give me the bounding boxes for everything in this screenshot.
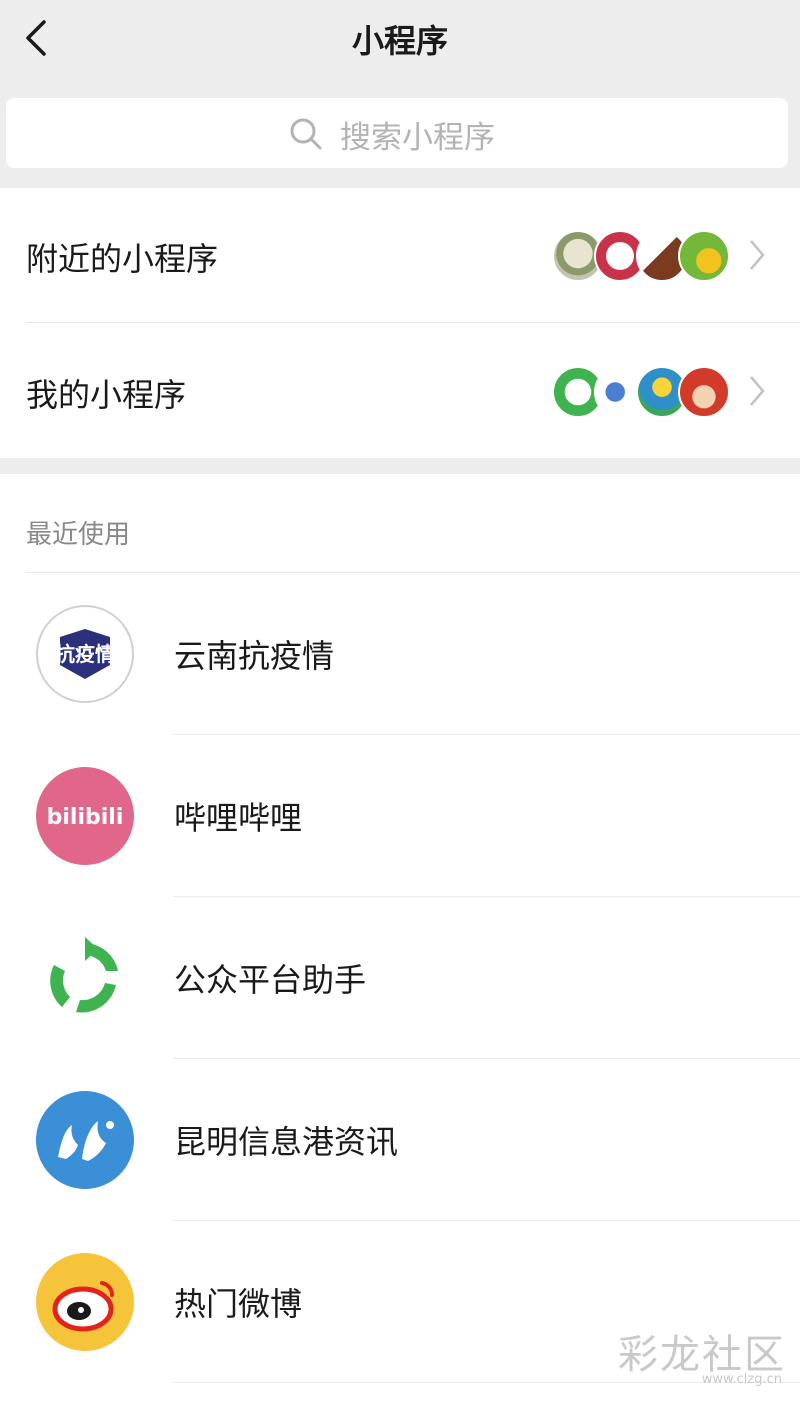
section-gap: [0, 458, 800, 474]
yunnan-logo-text: 抗疫情: [55, 642, 115, 666]
bilibili-logo-icon: bilibili: [36, 767, 134, 865]
mp-assistant-logo-icon: [36, 929, 134, 1027]
nearby-avatar-fruit-icon: [678, 230, 730, 282]
nearby-mini-programs-row[interactable]: 附近的小程序: [0, 190, 800, 322]
recent-item-name: 昆明信息港资讯: [174, 1123, 399, 1161]
my-mini-programs-label: 我的小程序: [26, 376, 187, 414]
search-area: 搜索小程序: [0, 92, 800, 188]
recent-item-name: 公众平台助手: [174, 961, 367, 999]
nearby-avatars: [552, 230, 730, 282]
my-mini-programs-row[interactable]: 我的小程序: [0, 326, 800, 458]
recent-item-name: 云南抗疫情: [174, 637, 335, 675]
chevron-right-icon: [750, 376, 765, 406]
recent-item[interactable]: bilibili 哔哩哔哩: [0, 735, 800, 897]
recent-item[interactable]: 公众平台助手: [0, 897, 800, 1059]
chevron-right-icon: [750, 240, 765, 270]
recent-item-name: 哔哩哔哩: [174, 799, 303, 837]
divider: [26, 322, 800, 323]
recent-item[interactable]: 抗疫情 云南抗疫情: [0, 573, 800, 735]
yunnan-antivirus-logo-icon: 抗疫情: [36, 605, 134, 703]
recent-section-title: 最近使用: [26, 520, 131, 550]
search-input[interactable]: 搜索小程序: [6, 98, 788, 168]
watermark-url: www.clzg.cn: [701, 1372, 782, 1387]
search-icon: [290, 118, 322, 150]
kunming-info-logo-icon: [36, 1091, 134, 1189]
recent-item[interactable]: 昆明信息港资讯: [0, 1059, 800, 1221]
my-avatars: [552, 366, 730, 418]
nearby-label: 附近的小程序: [26, 240, 219, 278]
recent-item-name: 热门微博: [174, 1285, 303, 1323]
bilibili-logo-text: bilibili: [47, 805, 124, 830]
my-avatar-cartoon-icon: [678, 366, 730, 418]
nav-bar: 小程序: [0, 0, 800, 92]
weibo-logo-icon: [36, 1253, 134, 1351]
page-title: 小程序: [351, 22, 448, 60]
search-placeholder: 搜索小程序: [340, 120, 495, 156]
